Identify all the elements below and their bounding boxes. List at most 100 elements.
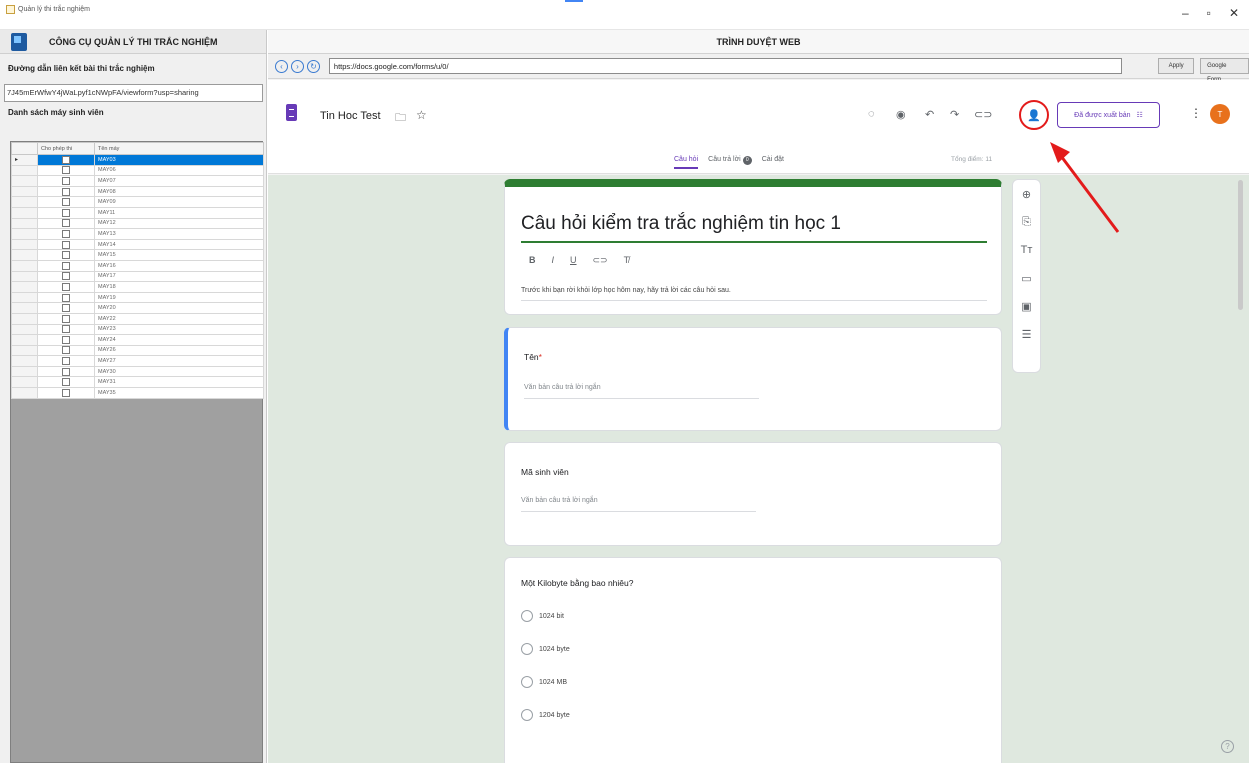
table-row[interactable]: MAY15 [11,249,264,261]
tab-settings[interactable]: Cài đặt [762,156,784,169]
question-card-kilobyte[interactable]: Một Kilobyte bằng bao nhiêu? 1024 bit 10… [504,557,1002,763]
table-row[interactable]: MAY22 [11,312,264,325]
table-row[interactable]: MAY35 [11,387,264,399]
grid-header-machine[interactable]: Tên máy [94,142,264,155]
row-header[interactable] [11,270,38,283]
allow-checkbox[interactable] [62,367,70,376]
more-vert-icon[interactable]: ⋮ [1190,106,1202,120]
minimize-button[interactable]: – [1182,6,1189,20]
option-item[interactable]: 1024 bit [521,610,564,622]
close-button[interactable]: ✕ [1229,6,1239,20]
row-header[interactable] [11,206,38,219]
maximize-button[interactable]: ▫ [1207,6,1211,20]
table-row[interactable]: MAY13 [11,228,264,240]
table-row[interactable]: MAY30 [11,365,264,378]
italic-button[interactable]: I [552,255,555,266]
row-header[interactable] [11,291,38,304]
radio-icon[interactable] [521,643,533,655]
allow-checkbox[interactable] [62,357,70,366]
table-row[interactable]: MAY20 [11,302,264,314]
table-row[interactable]: MAY16 [11,259,264,272]
row-header[interactable] [11,185,38,198]
table-row[interactable]: MAY11 [11,206,264,219]
row-header[interactable] [11,334,38,346]
table-row[interactable]: MAY07 [11,175,264,187]
allow-checkbox[interactable] [62,155,70,164]
row-header[interactable] [11,228,38,240]
row-header[interactable] [11,387,38,399]
machine-grid[interactable]: Cho phép thi Tên máy ▸ MAY03 MAY06 MAY07 MAY… [10,141,264,763]
allow-checkbox[interactable] [62,240,70,249]
add-image-icon[interactable]: ▭ [1013,272,1040,292]
row-header[interactable] [11,302,38,314]
row-header[interactable]: ▸ [11,154,38,166]
allow-checkbox[interactable] [62,261,70,270]
table-row[interactable]: MAY24 [11,334,264,346]
grid-header-allow[interactable]: Cho phép thi [37,142,95,155]
add-video-icon[interactable]: ▣ [1013,300,1040,320]
palette-icon[interactable]: ◌ [868,108,875,120]
allow-checkbox[interactable] [62,187,70,196]
table-row[interactable]: MAY23 [11,323,264,336]
table-row[interactable]: MAY31 [11,376,264,389]
add-section-icon[interactable]: ☰ [1013,328,1040,348]
insert-link-button[interactable]: ⊂⊃ [593,255,608,266]
bold-button[interactable]: B [529,255,536,266]
allow-checkbox[interactable] [62,176,70,185]
exam-link-input[interactable] [4,83,263,102]
question-card-student-id[interactable]: Mã sinh viên Văn bản câu trả lời ngắn [504,442,1002,546]
link-icon[interactable]: ⊂⊃ [974,108,992,121]
allow-checkbox[interactable] [62,346,70,355]
allow-checkbox[interactable] [62,335,70,344]
star-icon[interactable]: ☆ [416,108,427,122]
add-title-icon[interactable]: Tт [1013,244,1040,264]
row-header[interactable] [11,344,38,357]
allow-checkbox[interactable] [62,272,70,281]
forward-icon[interactable]: › [290,59,304,73]
allow-checkbox[interactable] [62,314,70,323]
underline-button[interactable]: U [570,255,577,266]
option-item[interactable]: 1204 byte [521,709,570,721]
help-icon[interactable]: ? [1221,740,1234,753]
allow-checkbox[interactable] [62,282,70,291]
row-header[interactable] [11,323,38,336]
row-header[interactable] [11,164,38,177]
published-button[interactable]: Đã được xuất bản ☷ [1057,102,1160,128]
add-question-icon[interactable]: ⊕ [1013,188,1040,208]
google-form-button[interactable]: Google Form [1200,58,1249,83]
table-row[interactable]: MAY08 [11,185,264,198]
row-header[interactable] [11,238,38,251]
allow-checkbox[interactable] [62,388,70,397]
apply-button[interactable]: Apply [1158,58,1195,74]
allow-checkbox[interactable] [62,378,70,387]
import-questions-icon[interactable]: ⎘ [1013,216,1040,236]
table-row[interactable]: MAY18 [11,281,264,293]
row-header[interactable] [11,312,38,325]
table-row[interactable]: MAY17 [11,270,264,283]
allow-checkbox[interactable] [62,293,70,302]
row-header[interactable] [11,175,38,187]
row-header[interactable] [11,281,38,293]
table-row[interactable]: MAY06 [11,164,264,177]
avatar[interactable]: T [1210,104,1230,124]
table-row[interactable]: MAY27 [11,355,264,367]
option-item[interactable]: 1024 byte [521,643,570,655]
row-header[interactable] [11,355,38,367]
table-row[interactable]: MAY19 [11,291,264,304]
tab-responses[interactable]: Câu trả lời 0 [708,156,752,169]
row-header[interactable] [11,365,38,378]
table-row[interactable]: MAY26 [11,344,264,357]
table-row[interactable]: MAY12 [11,217,264,230]
table-row[interactable]: MAY09 [11,196,264,208]
allow-checkbox[interactable] [62,229,70,238]
allow-checkbox[interactable] [62,219,70,228]
form-description[interactable]: Trước khi bạn rời khỏi lớp học hôm nay, … [521,287,731,294]
allow-checkbox[interactable] [62,251,70,260]
back-icon[interactable]: ‹ [275,59,288,73]
radio-icon[interactable] [521,676,533,688]
google-forms-icon[interactable] [286,104,297,121]
question-card-name[interactable]: Tên* Văn bản câu trả lời ngắn [504,327,1002,431]
row-header[interactable] [11,376,38,389]
url-input[interactable] [328,58,1123,74]
option-item[interactable]: 1024 MB [521,676,567,688]
